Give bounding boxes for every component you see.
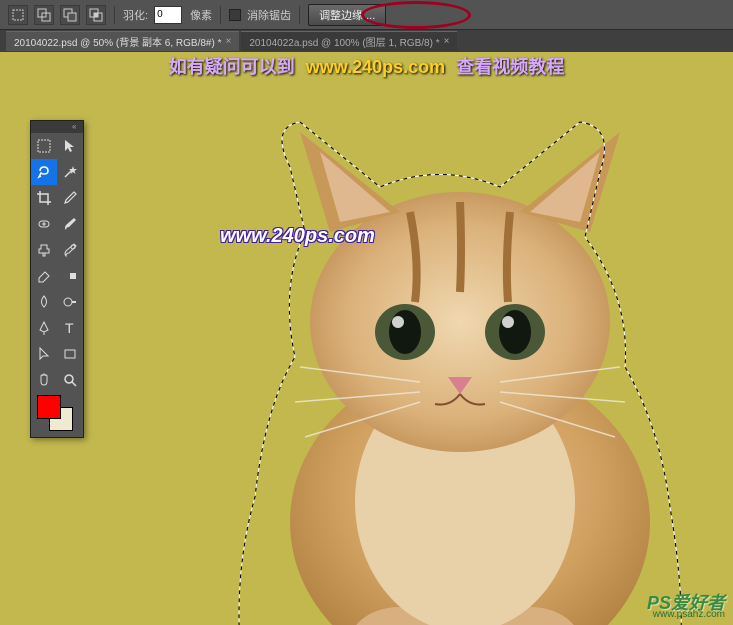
healing-brush-tool[interactable] (31, 211, 57, 237)
separator (299, 6, 300, 24)
close-icon[interactable]: × (444, 36, 450, 47)
history-brush-tool[interactable] (57, 237, 83, 263)
brush-tool[interactable] (57, 211, 83, 237)
watermark-center: www.240ps.com (220, 225, 375, 248)
panel-header: « (31, 121, 83, 133)
options-bar: 羽化: 像素 消除锯齿 调整边缘 ... (0, 0, 733, 30)
zoom-tool[interactable] (57, 367, 83, 393)
selection-new-icon[interactable] (8, 5, 28, 25)
eraser-tool[interactable] (31, 263, 57, 289)
hand-tool[interactable] (31, 367, 57, 393)
lasso-tool[interactable] (31, 159, 57, 185)
path-selection-tool[interactable] (31, 341, 57, 367)
tools-panel: « T (30, 120, 84, 438)
selection-subtract-icon[interactable] (60, 5, 80, 25)
tab-label: 20104022.psd @ 50% (背景 副本 6, RGB/8#) * (14, 34, 221, 49)
close-icon[interactable]: × (225, 36, 231, 47)
separator (220, 6, 221, 24)
feather-unit: 像素 (190, 7, 212, 23)
feather-input[interactable] (154, 6, 182, 24)
tab-label: 20104022a.psd @ 100% (图层 1, RGB/8) * (249, 34, 439, 49)
selection-intersect-icon[interactable] (86, 5, 106, 25)
clone-stamp-tool[interactable] (31, 237, 57, 263)
eyedropper-tool[interactable] (57, 185, 83, 211)
color-swatches (31, 393, 83, 437)
selection-add-icon[interactable] (34, 5, 54, 25)
move-tool[interactable] (57, 133, 83, 159)
antialias-label: 消除锯齿 (247, 7, 291, 23)
footer-watermark: PS爱好者 www.psahz.com (647, 597, 725, 621)
refine-edge-button[interactable]: 调整边缘 ... (308, 4, 386, 26)
separator (114, 6, 115, 24)
overlay-part1: 如有疑问可以到 (169, 57, 295, 77)
magic-wand-tool[interactable] (57, 159, 83, 185)
overlay-part2: 查看视频教程 (456, 57, 564, 77)
tab-active[interactable]: 20104022.psd @ 50% (背景 副本 6, RGB/8#) * × (6, 31, 239, 51)
blur-tool[interactable] (31, 289, 57, 315)
shape-tool[interactable] (57, 341, 83, 367)
feather-label: 羽化: (123, 7, 148, 23)
dodge-tool[interactable] (57, 289, 83, 315)
svg-text:T: T (65, 320, 74, 336)
antialias-checkbox[interactable] (229, 9, 241, 21)
tab-inactive[interactable]: 20104022a.psd @ 100% (图层 1, RGB/8) * × (241, 31, 457, 51)
overlay-url: www.240ps.com (306, 57, 445, 77)
marquee-tool[interactable] (31, 133, 57, 159)
document-tabs: 20104022.psd @ 50% (背景 副本 6, RGB/8#) * ×… (0, 30, 733, 52)
pen-tool[interactable] (31, 315, 57, 341)
gradient-tool[interactable] (57, 263, 83, 289)
foreground-color-swatch[interactable] (37, 395, 61, 419)
tutorial-overlay-text: 如有疑问可以到 www.240ps.com 查看视频教程 (0, 53, 733, 79)
type-tool[interactable]: T (57, 315, 83, 341)
cat-image (180, 122, 720, 625)
canvas[interactable] (0, 52, 733, 625)
collapse-icon[interactable]: « (72, 124, 80, 130)
crop-tool[interactable] (31, 185, 57, 211)
footer-url: www.psahz.com (647, 609, 725, 621)
